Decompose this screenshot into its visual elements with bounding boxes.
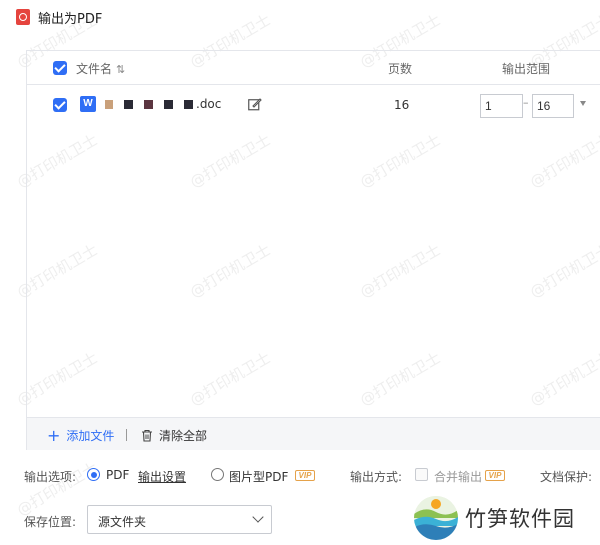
merge-output-checkbox[interactable] [415, 468, 428, 481]
filename-redacted [105, 99, 194, 109]
output-settings-link[interactable]: 输出设置 [138, 468, 186, 485]
pdf-radio[interactable] [87, 468, 100, 481]
image-pdf-radio[interactable] [211, 468, 224, 481]
chevron-down-icon [252, 511, 264, 523]
brand-logo: 竹笋软件园 [414, 496, 575, 540]
range-to-input[interactable] [532, 94, 574, 118]
merge-output-label[interactable]: 合并输出 [434, 468, 482, 485]
vip-badge: VIP [485, 470, 505, 481]
table-row[interactable]: W .doc 16 – [27, 86, 600, 124]
pdf-option-label[interactable]: PDF [106, 468, 129, 482]
vip-badge: VIP [295, 470, 315, 481]
image-pdf-option-label[interactable]: 图片型PDF [229, 468, 288, 485]
range-dropdown-caret[interactable] [580, 101, 586, 106]
column-header-pages: 页数 [388, 62, 413, 76]
range-from-input[interactable] [480, 94, 523, 118]
edit-icon[interactable] [248, 98, 262, 111]
column-header-range: 输出范围 [502, 62, 551, 76]
file-name: .doc [105, 97, 221, 111]
panel-footer: + 添加文件 清除全部 [27, 417, 600, 450]
pdf-app-icon [16, 9, 30, 25]
column-header-filename[interactable]: 文件名 ⇅ [76, 60, 125, 77]
clear-all-button[interactable]: 清除全部 [141, 427, 207, 444]
add-files-button[interactable]: + 添加文件 [47, 427, 114, 444]
window-title-bar: 输出为PDF [16, 6, 102, 28]
page-count: 16 [394, 98, 410, 112]
file-extension: .doc [196, 97, 222, 111]
window-title: 输出为PDF [38, 11, 103, 27]
word-doc-icon: W [80, 96, 96, 112]
save-location-label: 保存位置: [24, 515, 77, 529]
output-options-label: 输出选项: [24, 470, 77, 484]
range-separator: – [523, 96, 529, 109]
sort-icon[interactable]: ⇅ [116, 63, 125, 76]
trash-icon [142, 429, 152, 442]
column-header-filename-label: 文件名 [76, 62, 113, 76]
clear-all-label: 清除全部 [159, 429, 208, 443]
output-method-label: 输出方式: [350, 470, 403, 484]
doc-protect-label: 文档保护: [540, 470, 593, 484]
select-all-checkbox[interactable] [53, 61, 67, 75]
row-checkbox[interactable] [53, 98, 67, 112]
file-list-panel: 文件名⇅ 页数 输出范围 W .doc 16 – + [26, 50, 600, 450]
plus-icon: + [47, 425, 61, 445]
add-files-label: 添加文件 [66, 429, 115, 443]
save-location-select[interactable]: 源文件夹 [87, 505, 272, 534]
save-location-value: 源文件夹 [98, 515, 147, 529]
output-options-row: 输出选项: PDF 输出设置 图片型PDF VIP 输出方式: 合并输出 VIP… [0, 463, 600, 487]
brand-name: 竹笋软件园 [465, 507, 575, 531]
logo-mark-icon [414, 496, 458, 540]
divider [126, 429, 127, 441]
table-header: 文件名 ⇅ 页数 输出范围 [27, 51, 600, 85]
